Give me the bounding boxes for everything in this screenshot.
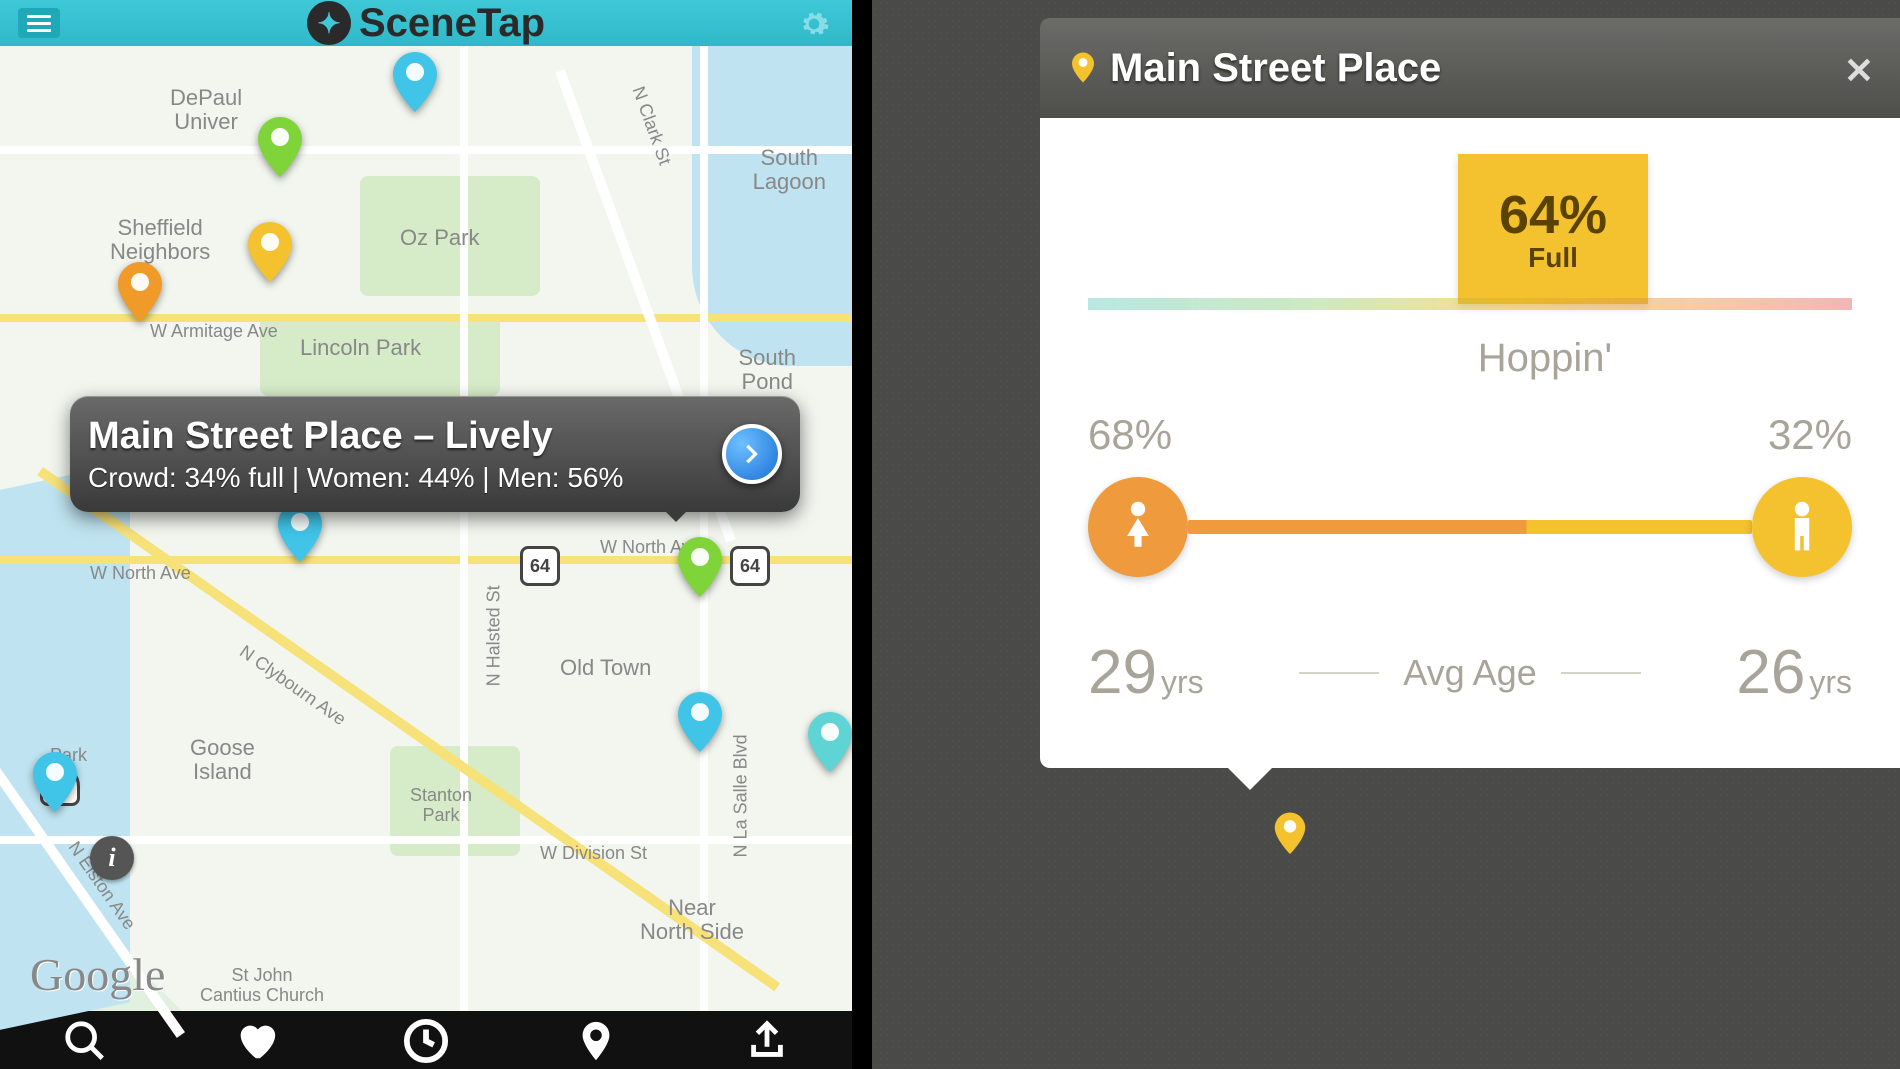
map-label: W Division St: [540, 844, 647, 864]
map-label: Oz Park: [400, 226, 479, 250]
map-label: Sheffield Neighbors: [110, 216, 210, 264]
bottom-nav: [0, 1011, 852, 1069]
callout-arrow-button[interactable]: [722, 424, 782, 484]
map-pin-active[interactable]: [674, 535, 726, 601]
phone-map-screen: ✦ SceneTap DePaul Univer Sheffield Neigh…: [0, 0, 860, 1069]
road-lasalle: [700, 46, 708, 1011]
map-label: N Halsted St: [485, 585, 505, 686]
app-title: SceneTap: [359, 1, 545, 46]
map-view[interactable]: DePaul Univer Sheffield Neighbors Oz Par…: [0, 46, 852, 1011]
card-pointer: [1228, 768, 1272, 812]
map-label: St John Cantius Church: [200, 966, 324, 1006]
settings-button[interactable]: [798, 8, 830, 48]
fullness-badge: 64% Full: [1458, 154, 1648, 304]
app-header: ✦ SceneTap: [0, 0, 852, 46]
compass-icon: ✦: [307, 1, 351, 45]
map-info-button[interactable]: i: [90, 836, 134, 880]
male-age: 26yrs: [1736, 637, 1852, 708]
nav-location-icon[interactable]: [573, 1018, 619, 1069]
avg-age-label: Avg Age: [1299, 652, 1640, 694]
route-shield: 64: [520, 546, 560, 586]
road-minor-1: [0, 146, 852, 154]
card-title: Main Street Place: [1110, 46, 1441, 91]
age-row: 29yrs Avg Age 26yrs: [1088, 637, 1852, 708]
close-button[interactable]: ✕: [1844, 50, 1874, 92]
map-attribution: Google: [30, 948, 165, 1001]
card-header: Main Street Place ✕: [1040, 18, 1900, 118]
map-label: South Pond: [739, 346, 797, 394]
map-label: DePaul Univer: [170, 86, 242, 134]
map-pin[interactable]: [254, 115, 306, 181]
map-pin[interactable]: [804, 710, 856, 776]
menu-button[interactable]: [18, 8, 60, 38]
nav-share-icon[interactable]: [744, 1018, 790, 1069]
map-pin[interactable]: [29, 750, 81, 816]
chevron-right-icon: [738, 440, 766, 468]
nav-search-icon[interactable]: [62, 1018, 108, 1069]
map-pin[interactable]: [244, 220, 296, 286]
venue-card: Main Street Place ✕ 64% Full Hoppin' 68%…: [1040, 18, 1900, 812]
female-age: 29yrs: [1088, 637, 1204, 708]
map-label: Goose Island: [190, 736, 255, 784]
map-pin[interactable]: [674, 690, 726, 756]
nav-favorites-icon[interactable]: [233, 1018, 279, 1069]
card-anchor-pin: [1272, 810, 1308, 863]
callout-subtitle: Crowd: 34% full | Women: 44% | Men: 56%: [88, 462, 722, 494]
fullness-spectrum: [1088, 298, 1852, 310]
map-label: South Lagoon: [753, 146, 826, 194]
map-label: Old Town: [560, 656, 651, 680]
card-body: 64% Full Hoppin' 68% 32% 29yrs: [1040, 118, 1900, 768]
detail-panel: Main Street Place ✕ 64% Full Hoppin' 68%…: [860, 0, 1900, 1069]
venue-callout[interactable]: Main Street Place – Lively Crowd: 34% fu…: [70, 396, 800, 512]
nav-scene-icon[interactable]: [403, 1018, 449, 1069]
fullness-label: Full: [1528, 242, 1578, 274]
male-icon: [1752, 477, 1852, 577]
map-pin[interactable]: [389, 50, 441, 116]
map-label: N La Salle Blvd: [732, 734, 752, 857]
male-percent: 32%: [1768, 411, 1852, 459]
status-label: Hoppin': [1238, 336, 1852, 381]
pin-icon: [1070, 51, 1096, 85]
route-shield: 64: [730, 546, 770, 586]
callout-title: Main Street Place – Lively: [88, 415, 722, 458]
map-label: Near North Side: [640, 896, 744, 944]
gender-ratio-bar: [1088, 477, 1852, 577]
map-pin[interactable]: [114, 260, 166, 326]
app-logo: ✦ SceneTap: [307, 1, 545, 46]
map-label: W North Ave: [90, 564, 191, 584]
road-halsted: [460, 46, 468, 1011]
female-percent: 68%: [1088, 411, 1172, 459]
gender-bar: [1188, 520, 1752, 534]
fullness-percent: 64%: [1499, 184, 1607, 246]
map-label: Stanton Park: [410, 786, 472, 826]
female-icon: [1088, 477, 1188, 577]
map-label: W Armitage Ave: [150, 322, 278, 342]
map-label: Lincoln Park: [300, 336, 421, 360]
